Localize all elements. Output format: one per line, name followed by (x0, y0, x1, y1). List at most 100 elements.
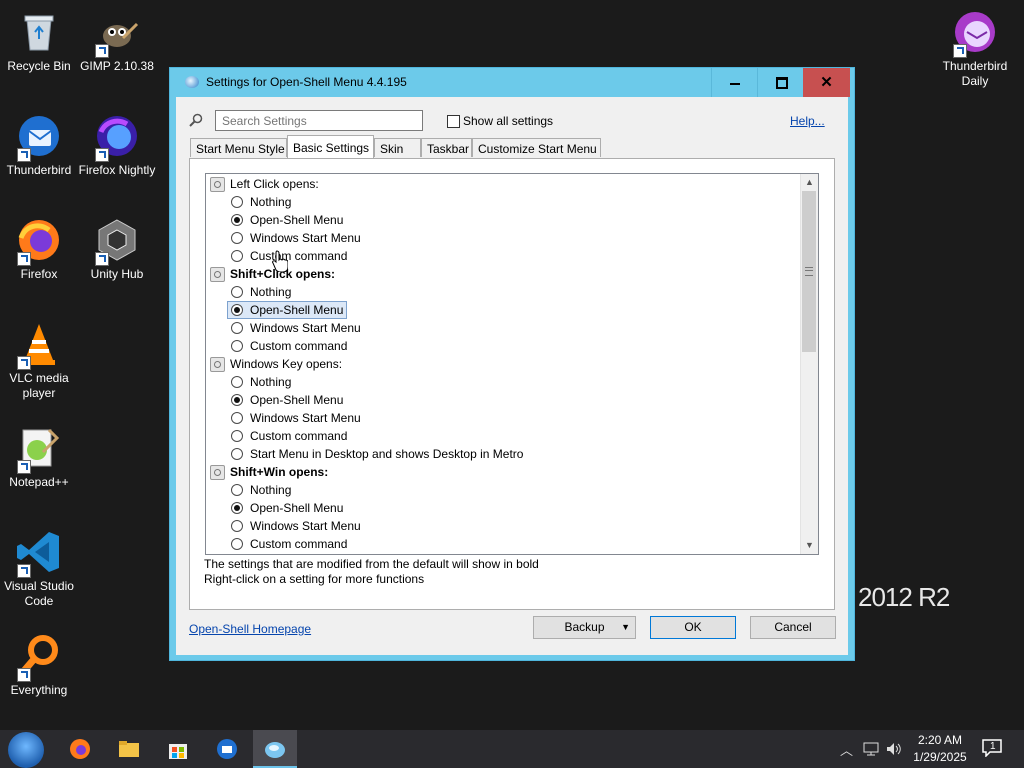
close-button[interactable]: ✕ (803, 68, 850, 97)
radio-unselected[interactable] (231, 448, 243, 460)
desktop-icon-gimp[interactable]: GIMP 2.10.38 (78, 8, 156, 74)
setting-option-label: Open-Shell Menu (250, 501, 344, 515)
desktop-icon-label: Unity Hub (90, 267, 144, 281)
volume-icon[interactable] (885, 741, 903, 757)
setting-group-header[interactable]: Windows Key opens: (206, 355, 796, 373)
taskbar-thunderbird[interactable] (205, 730, 249, 768)
scroll-thumb[interactable] (802, 191, 816, 352)
radio-unselected[interactable] (231, 538, 243, 550)
radio-selected[interactable] (231, 304, 243, 316)
scroll-down-arrow-icon[interactable]: ▼ (801, 537, 818, 554)
radio-unselected[interactable] (231, 484, 243, 496)
window-titlebar[interactable]: Settings for Open-Shell Menu 4.4.195 ✕ (170, 68, 854, 97)
taskbar-open-shell-settings[interactable] (253, 730, 297, 768)
radio-unselected[interactable] (231, 196, 243, 208)
radio-unselected[interactable] (231, 232, 243, 244)
desktop-icon-recycle-bin[interactable]: Recycle Bin (0, 8, 78, 74)
desktop-icon-vscode[interactable]: Visual Studio Code (0, 528, 78, 609)
window-title: Settings for Open-Shell Menu 4.4.195 (206, 75, 407, 89)
search-settings-input[interactable] (215, 110, 423, 131)
show-hidden-icons-chevron-icon[interactable]: ︿ (840, 740, 853, 759)
tab-customize-start-menu[interactable]: Customize Start Menu (472, 138, 601, 157)
setting-option-row[interactable]: Open-Shell Menu (206, 499, 796, 517)
desktop-icon-label: Visual Studio Code (4, 579, 74, 608)
desktop-icon-everything[interactable]: Everything (0, 632, 78, 698)
setting-option-row[interactable]: Nothing (206, 193, 796, 211)
firefox-nightly-icon (93, 112, 141, 162)
taskbar-store[interactable] (156, 730, 200, 768)
radio-unselected[interactable] (231, 340, 243, 352)
desktop-icon-unity-hub[interactable]: Unity Hub (78, 216, 156, 282)
radio-unselected[interactable] (231, 520, 243, 532)
tab-start-menu-style[interactable]: Start Menu Style (190, 138, 287, 157)
radio-unselected[interactable] (231, 322, 243, 334)
minimize-button[interactable] (711, 68, 757, 97)
tab-taskbar[interactable]: Taskbar (421, 138, 472, 157)
backup-button[interactable]: Backup ▼ (533, 616, 636, 639)
desktop-icon-thunderbird[interactable]: Thunderbird (0, 112, 78, 178)
desktop-icon-thunderbird-daily[interactable]: Thunderbird Daily (936, 8, 1014, 89)
show-all-settings-checkbox[interactable] (447, 115, 460, 128)
radio-selected[interactable] (231, 502, 243, 514)
help-link[interactable]: Help... (790, 114, 825, 128)
setting-option-row[interactable]: Start Menu in Desktop and shows Desktop … (206, 445, 796, 463)
store-icon (169, 744, 187, 759)
setting-option-label: Custom command (250, 249, 348, 263)
setting-option-label: Custom command (250, 339, 348, 353)
radio-unselected[interactable] (231, 286, 243, 298)
desktop-icon-notepadpp[interactable]: Notepad++ (0, 424, 78, 490)
setting-option-label: Nothing (250, 285, 292, 299)
open-shell-homepage-link[interactable]: Open-Shell Homepage (189, 622, 311, 636)
network-icon[interactable] (862, 741, 880, 757)
radio-selected[interactable] (231, 214, 243, 226)
radio-unselected[interactable] (231, 376, 243, 388)
desktop-icon-vlc[interactable]: VLC media player (0, 320, 78, 401)
shortcut-arrow-icon (95, 252, 109, 266)
taskbar-firefox[interactable] (58, 730, 102, 768)
setting-option-row[interactable]: Custom command (206, 247, 796, 265)
action-center-icon[interactable]: 1 (982, 739, 1002, 758)
search-icon (189, 113, 203, 127)
setting-option-row[interactable]: Windows Start Menu (206, 517, 796, 535)
setting-group-icon (210, 177, 225, 192)
setting-option-row[interactable]: Custom command (206, 535, 796, 553)
gimp-icon (93, 8, 141, 58)
setting-option-label: Windows Start Menu (250, 321, 361, 335)
setting-option-row[interactable]: Custom command (206, 427, 796, 445)
setting-option-row[interactable]: Custom command (206, 337, 796, 355)
settings-scrollbar[interactable]: ▲ ▼ (800, 174, 818, 554)
ok-button[interactable]: OK (650, 616, 736, 639)
radio-unselected[interactable] (231, 412, 243, 424)
basic-settings-panel: ▲ ▼ Left Click opens: Nothing Open-Shell M… (189, 158, 835, 610)
taskbar-clock[interactable]: 2:20 AM 1/29/2025 (906, 732, 974, 766)
setting-option-row[interactable]: Windows Start Menu (206, 319, 796, 337)
setting-option-label: Custom command (250, 429, 348, 443)
setting-option-row[interactable]: Nothing (206, 481, 796, 499)
maximize-button[interactable] (757, 68, 803, 97)
setting-option-row[interactable]: Open-Shell Menu (206, 211, 796, 229)
tab-skin[interactable]: Skin (374, 138, 421, 157)
setting-group-header[interactable]: Left Click opens: (206, 175, 796, 193)
desktop-icon-label: Recycle Bin (7, 59, 71, 73)
setting-group-header[interactable]: Shift+Win opens: (206, 463, 796, 481)
setting-option-row[interactable]: Nothing (206, 373, 796, 391)
tab-basic-settings[interactable]: Basic Settings (287, 135, 374, 158)
setting-option-row[interactable]: Open-Shell Menu (206, 391, 796, 409)
backup-button-label: Backup (564, 620, 605, 634)
scroll-up-arrow-icon[interactable]: ▲ (801, 174, 818, 191)
setting-option-row[interactable]: Windows Start Menu (206, 409, 796, 427)
cancel-button[interactable]: Cancel (750, 616, 836, 639)
radio-selected[interactable] (231, 394, 243, 406)
desktop-icon-firefox[interactable]: Firefox (0, 216, 78, 282)
setting-option-row[interactable]: Windows Start Menu (206, 229, 796, 247)
desktop-icon-firefox-nightly[interactable]: Firefox Nightly (78, 112, 156, 178)
shortcut-arrow-icon (17, 564, 31, 578)
thunderbird-icon (15, 112, 63, 162)
setting-option-row[interactable]: Nothing (206, 283, 796, 301)
taskbar-file-explorer[interactable] (107, 730, 151, 768)
start-orb-icon[interactable] (8, 732, 44, 768)
setting-option-row[interactable]: Open-Shell Menu (206, 301, 796, 319)
radio-unselected[interactable] (231, 250, 243, 262)
setting-group-header[interactable]: Shift+Click opens: (206, 265, 796, 283)
radio-unselected[interactable] (231, 430, 243, 442)
